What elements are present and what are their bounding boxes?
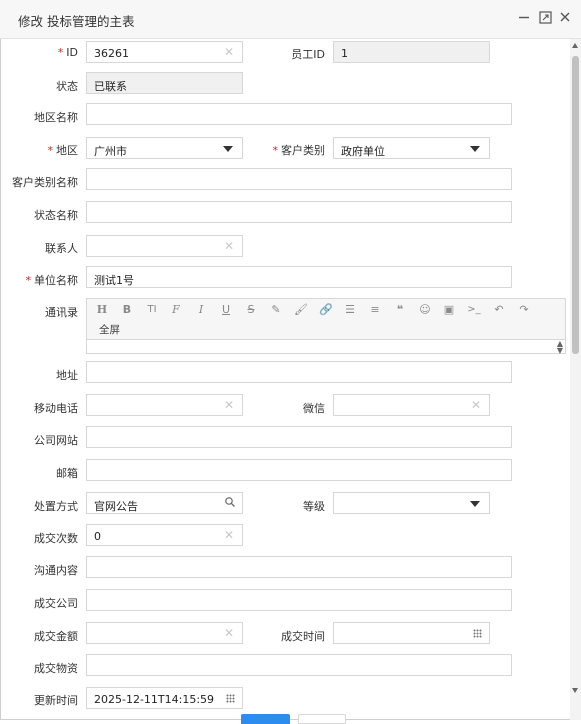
emoji-icon[interactable]: ☺ <box>416 302 434 318</box>
communication-label: 沟通内容 <box>34 564 78 577</box>
employee-id-label: 员工ID <box>291 48 325 61</box>
wechat-field[interactable]: ✕ <box>333 394 490 416</box>
status-label: 状态 <box>56 80 78 93</box>
image-icon[interactable]: ▣ <box>440 302 458 318</box>
search-icon[interactable] <box>225 497 235 507</box>
company-name-label: * 单位名称 <box>25 274 79 287</box>
deal-goods-field[interactable] <box>86 654 512 676</box>
website-field[interactable] <box>86 426 512 448</box>
text-size-icon[interactable]: TI <box>143 302 161 318</box>
region-select[interactable]: 广州市 <box>86 137 243 159</box>
region-name-field[interactable] <box>86 103 512 125</box>
address-book-label: 通讯录 <box>45 306 78 319</box>
minimize-icon[interactable] <box>516 11 532 27</box>
status-field: 已联系 <box>86 72 243 94</box>
scroll-down-arrow-icon[interactable] <box>572 688 578 693</box>
mobile-label: 移动电话 <box>34 402 78 415</box>
deal-time-label: 成交时间 <box>281 630 325 643</box>
cancel-button[interactable] <box>298 714 346 724</box>
heading-icon[interactable]: H <box>93 302 111 318</box>
font-icon[interactable]: F <box>167 302 185 318</box>
update-time-field[interactable]: 2025-12-11T14:15:59 <box>86 687 243 709</box>
bold-icon[interactable]: B <box>118 302 136 318</box>
id-field[interactable]: 36261 ✕ <box>86 41 243 63</box>
level-select[interactable] <box>333 492 490 514</box>
close-icon[interactable] <box>557 11 573 27</box>
status-name-label: 状态名称 <box>34 209 78 222</box>
deal-amount-field[interactable]: ✕ <box>86 622 243 644</box>
chevron-down-icon <box>470 146 480 152</box>
clear-icon[interactable]: ✕ <box>224 626 234 640</box>
level-label: 等级 <box>303 500 325 513</box>
customer-type-name-label: 客户类别名称 <box>12 176 78 189</box>
pencil-icon[interactable]: ✎ <box>267 302 285 318</box>
link-icon[interactable]: 🔗 <box>317 302 335 318</box>
address-field[interactable] <box>86 361 512 383</box>
undo-icon[interactable]: ↶ <box>490 302 508 318</box>
calendar-icon[interactable] <box>226 694 235 703</box>
deal-time-field[interactable] <box>333 622 490 644</box>
handling-field[interactable]: 官网公告 <box>86 492 243 514</box>
maximize-icon[interactable] <box>537 11 553 27</box>
status-name-field[interactable] <box>86 201 512 223</box>
address-book-editor[interactable]: H B TI F I U S ✎ 🖌 🔗 ☰ ≡ ❝ ☺ ▣ >_ ↶ ↷ 全屏… <box>86 298 566 355</box>
region-label: * 地区 <box>47 144 79 157</box>
brush-icon[interactable]: 🖌 <box>292 302 310 318</box>
fullscreen-button[interactable]: 全屏 <box>99 322 120 337</box>
chevron-down-icon <box>223 146 233 152</box>
website-label: 公司网站 <box>34 434 78 447</box>
company-name-field[interactable]: 测试1号 <box>86 266 512 288</box>
communication-field[interactable] <box>86 556 512 578</box>
code-icon[interactable]: >_ <box>465 302 483 318</box>
underline-icon[interactable]: U <box>217 302 235 318</box>
strikethrough-icon[interactable]: S <box>242 302 260 318</box>
deal-goods-label: 成交物资 <box>34 662 78 675</box>
deal-company-label: 成交公司 <box>34 597 78 610</box>
deal-count-label: 成交次数 <box>34 532 78 545</box>
dialog-title: 修改 投标管理的主表 <box>18 14 135 29</box>
wechat-label: 微信 <box>303 402 325 415</box>
scrollbar-thumb[interactable] <box>572 56 579 354</box>
region-name-label: 地区名称 <box>34 111 78 124</box>
deal-count-field[interactable]: 0 ✕ <box>86 524 243 546</box>
resize-handle-icon[interactable]: ▲ ▼ <box>557 340 563 355</box>
clear-icon[interactable]: ✕ <box>224 239 234 253</box>
italic-icon[interactable]: I <box>192 302 210 318</box>
mobile-field[interactable]: ✕ <box>86 394 243 416</box>
redo-icon[interactable]: ↷ <box>515 302 533 318</box>
clear-icon[interactable]: ✕ <box>224 528 234 542</box>
align-icon[interactable]: ≡ <box>366 302 384 318</box>
chevron-down-icon <box>470 501 480 507</box>
clear-icon[interactable]: ✕ <box>224 45 234 59</box>
list-icon[interactable]: ☰ <box>341 302 359 318</box>
email-field[interactable] <box>86 459 512 481</box>
quote-icon[interactable]: ❝ <box>391 302 409 318</box>
deal-amount-label: 成交金额 <box>34 630 78 643</box>
customer-type-select[interactable]: 政府单位 <box>333 137 490 159</box>
customer-type-label: * 客户类别 <box>272 144 326 157</box>
editor-toolbar: H B TI F I U S ✎ 🖌 🔗 ☰ ≡ ❝ ☺ ▣ >_ ↶ ↷ 全屏 <box>87 299 565 340</box>
address-label: 地址 <box>56 369 78 382</box>
calendar-icon[interactable] <box>473 629 482 638</box>
confirm-button[interactable] <box>241 714 290 724</box>
dialog-titlebar[interactable]: 修改 投标管理的主表 <box>0 0 581 39</box>
deal-company-field[interactable] <box>86 589 512 611</box>
contact-label: 联系人 <box>45 242 78 255</box>
customer-type-name-field[interactable] <box>86 168 512 190</box>
contact-field[interactable]: ✕ <box>86 235 243 257</box>
id-label: * ID <box>57 46 78 59</box>
employee-id-field: 1 <box>333 41 490 63</box>
clear-icon[interactable]: ✕ <box>471 398 481 412</box>
handling-label: 处置方式 <box>34 500 78 513</box>
scroll-up-arrow-icon[interactable] <box>572 43 578 48</box>
clear-icon[interactable]: ✕ <box>224 398 234 412</box>
email-label: 邮箱 <box>56 467 78 480</box>
update-time-label: 更新时间 <box>34 694 78 707</box>
